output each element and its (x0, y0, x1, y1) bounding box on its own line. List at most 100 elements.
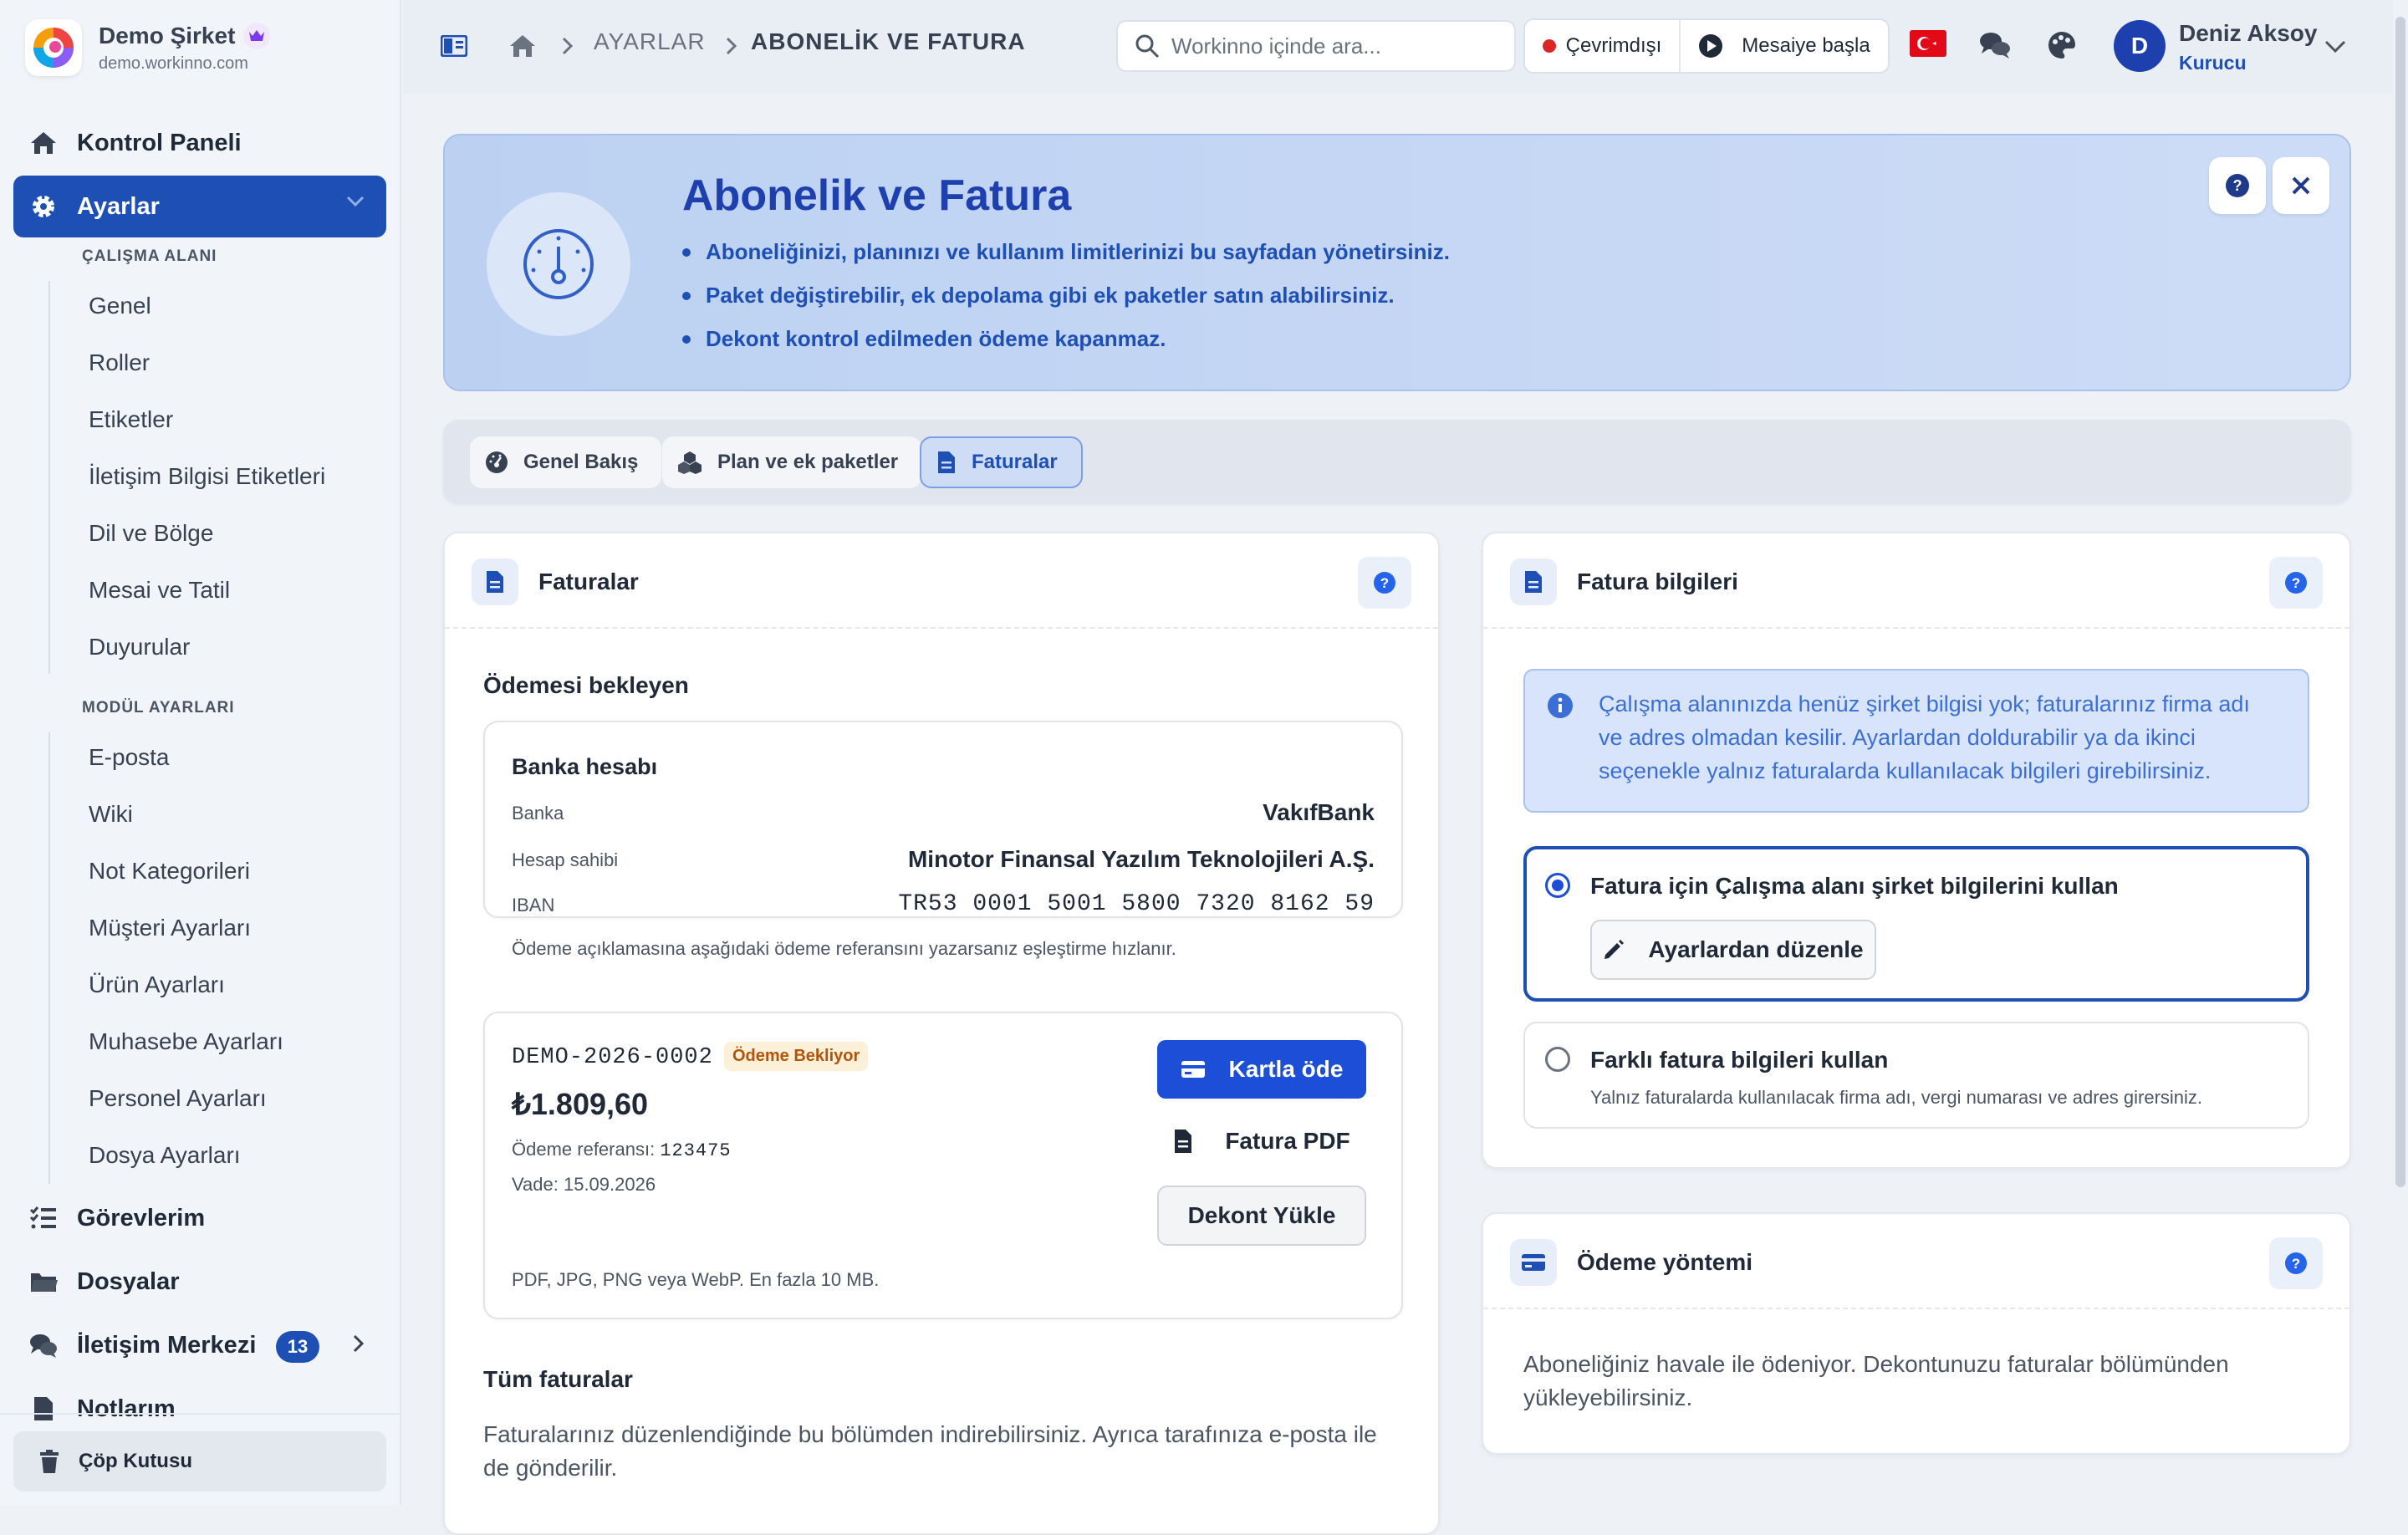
chat-icon[interactable] (1978, 30, 2012, 60)
sidebar-item-product-settings[interactable]: Ürün Ayarları (89, 971, 225, 998)
invoices-card-title: Faturalar (538, 569, 639, 594)
breadcrumb-settings[interactable]: AYARLAR (594, 28, 706, 55)
tab-invoices[interactable]: Faturalar (920, 436, 1083, 488)
section-modules: MODÜL AYARLARI (82, 699, 235, 717)
info-alert-text: Çalışma alanınızda henüz şirket bilgisi … (1599, 687, 2250, 788)
folder-icon (27, 1265, 60, 1298)
tab-overview[interactable]: Genel Bakış (470, 436, 662, 488)
nav-tasks[interactable]: Görevlerim (13, 1187, 386, 1249)
hero-bullet-text: Paket değiştirebilir, ek depolama gibi e… (706, 283, 1395, 308)
sidebar-item-customer-settings[interactable]: Müşteri Ayarları (89, 915, 251, 941)
comments-icon (27, 1328, 60, 1362)
presence-status-button[interactable]: Çevrimdışı (1525, 20, 1681, 72)
language-flag-icon[interactable] (1910, 30, 1946, 57)
pay-by-card-button[interactable]: Kartla öde (1157, 1040, 1366, 1099)
nav-settings-label: Ayarlar (77, 192, 160, 220)
payment-reference-label: Ödeme referansı: (512, 1139, 656, 1160)
chevron-down-icon[interactable] (2324, 40, 2346, 54)
nav-dashboard[interactable]: Kontrol Paneli (13, 112, 386, 174)
play-icon (1698, 33, 1723, 59)
all-invoices-description-line: Faturalarınız düzenlendiğinde bu bölümde… (483, 1421, 1377, 1447)
help-button[interactable]: ? (1358, 557, 1411, 609)
hero-bullet: Paket değiştirebilir, ek depolama gibi e… (682, 283, 1395, 309)
task-list-icon (27, 1201, 60, 1235)
workspace-name: Demo Şirket (99, 22, 236, 48)
pay-by-card-label: Kartla öde (1228, 1056, 1344, 1082)
avatar[interactable]: D (2114, 20, 2166, 72)
palette-icon[interactable] (2047, 30, 2077, 60)
nav-communication-center[interactable]: İletişim Merkezi 13 (13, 1314, 386, 1376)
radio-workspace-info[interactable] (1545, 873, 1570, 898)
presence-status-label: Çevrimdışı (1565, 34, 1662, 57)
chevron-right-icon (562, 37, 574, 55)
payment-method-line: yükleyebilirsiniz. (1523, 1385, 1693, 1410)
sidebar-item-accounting-settings[interactable]: Muhasebe Ayarları (89, 1028, 283, 1055)
credit-card-icon (1181, 1060, 1206, 1079)
option-custom-description: Yalnız faturalarda kullanılacak firma ad… (1590, 1087, 2203, 1108)
start-shift-button[interactable]: Mesaiye başla (1681, 33, 1888, 59)
close-icon (2292, 176, 2310, 195)
nav-notes[interactable]: Notlarım (13, 1378, 386, 1440)
home-icon[interactable] (508, 33, 537, 59)
invoice-pdf-button[interactable]: Fatura PDF (1157, 1112, 1366, 1170)
page-scrollbar[interactable] (2393, 0, 2408, 1505)
help-button[interactable]: ? (2269, 1237, 2323, 1289)
nav-files[interactable]: Dosyalar (13, 1251, 386, 1313)
payment-method-title: Ödeme yöntemi (1577, 1249, 1753, 1275)
close-button[interactable] (2273, 157, 2329, 214)
crown-icon (243, 22, 271, 49)
info-alert-line: seçenekle yalnız faturalarda kullanılaca… (1599, 758, 2212, 783)
sidebar-toggle-icon[interactable] (441, 35, 467, 57)
trash-icon (38, 1449, 60, 1474)
radio-custom-info[interactable] (1545, 1047, 1570, 1072)
iban-value[interactable]: TR53 0001 5001 5800 7320 8162 59 (898, 891, 1375, 917)
pending-section-title: Ödemesi bekleyen (483, 672, 689, 698)
upload-receipt-button[interactable]: Dekont Yükle (1157, 1186, 1366, 1246)
start-shift-label: Mesaiye başla (1742, 34, 1870, 57)
user-name[interactable]: Deniz Aksoy (2179, 20, 2317, 47)
search-placeholder: Workinno içinde ara... (1171, 33, 1381, 59)
account-holder-label: Hesap sahibi (512, 849, 619, 870)
nav-trash[interactable]: Çöp Kutusu (13, 1431, 386, 1492)
submenu-line (48, 732, 50, 1184)
question-circle-icon: ? (2285, 1252, 2307, 1274)
bank-account-box: Banka hesabı Banka VakıfBank Hesap sahib… (483, 721, 1403, 918)
sidebar-item-personnel-settings[interactable]: Personel Ayarları (89, 1085, 267, 1112)
search-input[interactable]: Workinno içinde ara... (1116, 20, 1516, 72)
sidebar-item-roles[interactable]: Roller (89, 349, 150, 376)
bank-value: VakıfBank (1263, 799, 1375, 825)
tab-plans[interactable]: Plan ve ek paketler (662, 436, 922, 488)
edit-in-settings-label: Ayarlardan düzenle (1648, 936, 1864, 962)
sidebar-item-tags[interactable]: Etiketler (89, 406, 173, 433)
section-workspace: ÇALIŞMA ALANI (82, 247, 217, 265)
scrollbar-thumb[interactable] (2395, 17, 2405, 1187)
sidebar-item-note-categories[interactable]: Not Kategorileri (89, 858, 250, 885)
info-alert: Çalışma alanınızda henüz şirket bilgisi … (1523, 669, 2309, 813)
option-custom-label: Farklı fatura bilgileri kullan (1590, 1047, 1889, 1073)
billing-option-workspace[interactable]: Fatura için Çalışma alanı şirket bilgile… (1523, 846, 2309, 1002)
hero-bullet-text: Aboneliğinizi, planınızı ve kullanım lim… (706, 239, 1450, 264)
home-icon (27, 126, 60, 160)
divider (0, 1413, 400, 1415)
sidebar-item-language[interactable]: Dil ve Bölge (89, 520, 213, 547)
help-button[interactable]: ? (2209, 157, 2266, 214)
tab-plans-label: Plan ve ek paketler (717, 451, 899, 473)
sidebar-item-announcements[interactable]: Duyurular (89, 634, 190, 660)
billing-option-custom[interactable]: Farklı fatura bilgileri kullan Yalnız fa… (1523, 1022, 2309, 1129)
help-button[interactable]: ? (2269, 557, 2323, 609)
edit-in-settings-button[interactable]: Ayarlardan düzenle (1590, 920, 1876, 980)
nav-tasks-label: Görevlerim (77, 1204, 206, 1232)
sidebar-item-file-settings[interactable]: Dosya Ayarları (89, 1142, 241, 1169)
workspace-domain: demo.workinno.com (99, 54, 248, 73)
credit-card-icon (1510, 1239, 1557, 1286)
tab-overview-label: Genel Bakış (523, 451, 639, 473)
sidebar-item-general[interactable]: Genel (89, 293, 151, 319)
sidebar-item-working-hours[interactable]: Mesai ve Tatil (89, 577, 230, 604)
nav-settings[interactable]: Ayarlar (13, 176, 386, 237)
question-circle-icon: ? (2285, 572, 2307, 594)
nav-dashboard-label: Kontrol Paneli (77, 129, 242, 156)
sidebar-item-email[interactable]: E-posta (89, 744, 170, 771)
sidebar-item-contact-tags[interactable]: İletişim Bilgisi Etiketleri (89, 463, 325, 490)
sidebar-item-wiki[interactable]: Wiki (89, 801, 133, 828)
workspace-switcher[interactable]: Demo Şirket demo.workinno.com (25, 18, 376, 77)
